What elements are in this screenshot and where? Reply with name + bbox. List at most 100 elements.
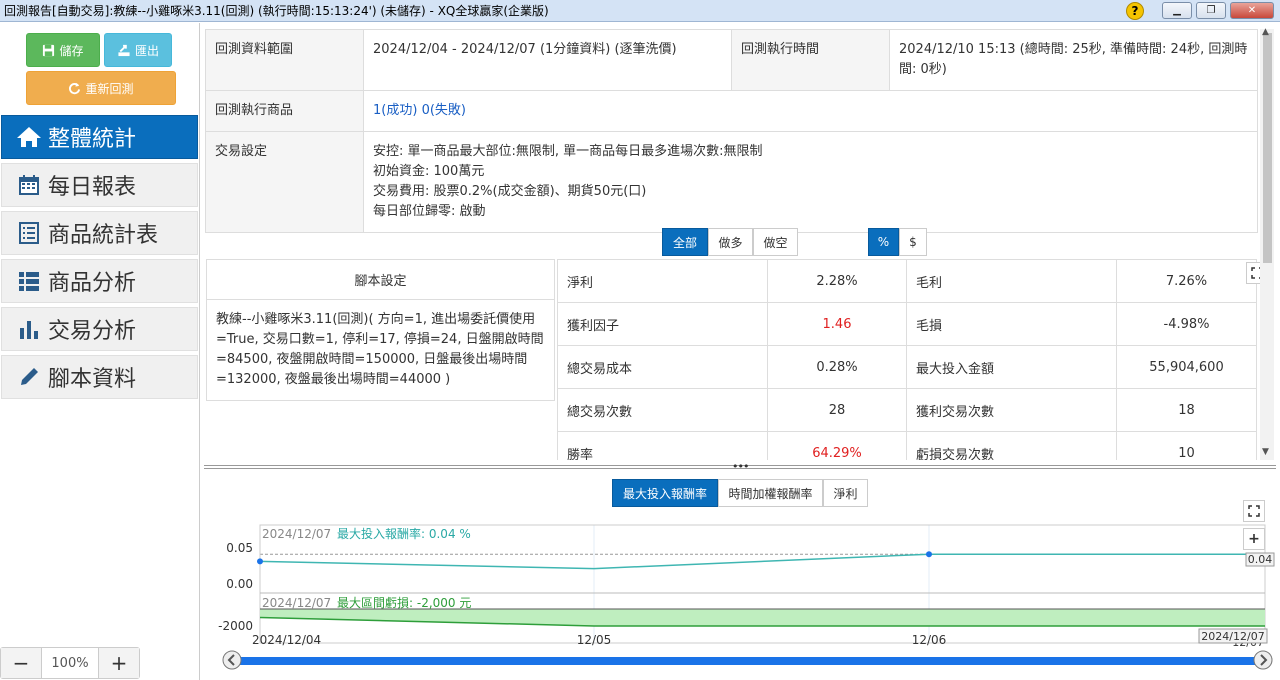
stat-label: 獲利因子 [557,302,768,346]
x-tick-label: 12/06 [912,633,947,647]
table-row: 勝率 64.29% 虧損交易次數 10 [557,431,1257,460]
stat-value: 1.46 [767,302,907,346]
data-point [257,558,263,565]
sidebar-item-product-table[interactable]: 商品統計表 [1,211,198,255]
return-chart: 2024/12/07 最大投入報酬率: 0.04 % 2024/12/07 最大… [218,524,1275,670]
trade-settings-value: 安控: 單一商品最大部位:無限制, 單一商品每日最多進場次數:無限制 初始資金:… [363,131,1258,233]
stat-label: 總交易次數 [557,388,768,432]
stat-value: 55,904,600 [1116,345,1257,389]
sidebar-item-product-analysis[interactable]: 商品分析 [1,259,198,303]
series-area-drawdown [260,609,1265,626]
stat-label: 最大投入金額 [906,345,1117,389]
time-scrollbar[interactable] [240,657,1262,665]
bottom-header-label: 最大區間虧損: -2,000 元 [337,595,471,610]
x-tick-label: 12/05 [577,633,612,647]
stat-value: 10 [1116,431,1257,460]
minimize-button[interactable]: ▁ [1162,2,1192,19]
trade-setting-line: 每日部位歸零: 啟動 [373,204,486,219]
list-bullet-icon [16,270,42,292]
range-value: 2024/12/04 - 2024/12/07 (1分鐘資料) (逐筆洗價) [363,29,732,91]
product-value: 1(成功) 0(失敗) [363,90,1258,132]
close-button[interactable]: ✕ [1230,2,1274,19]
sidebar-item-label: 交易分析 [48,319,137,344]
stat-value: 64.29% [767,431,907,460]
rerun-label: 重新回測 [85,81,134,96]
scroll-up-icon[interactable]: ▲ [1262,27,1269,37]
script-settings-header: 腳本設定 [207,260,554,300]
scroll-left-icon[interactable] [222,650,242,670]
stat-label: 毛損 [906,302,1117,346]
sidebar-item-label: 整體統計 [48,127,137,152]
exec-time-label: 回測執行時間 [731,29,890,91]
stat-label: 毛利 [906,259,1117,303]
range-label: 回測資料範圍 [205,29,364,91]
export-button[interactable]: 匯出 [104,33,172,67]
y-tick-label: 0.05 [226,541,253,555]
data-point [926,551,932,558]
zoom-out-button[interactable]: − [1,648,41,678]
exec-time-value: 2024/12/10 15:13 (總時間: 25秒, 準備時間: 24秒, 回… [889,29,1258,91]
backtest-info-table: 回測資料範圍 2024/12/04 - 2024/12/07 (1分鐘資料) (… [205,29,1258,233]
sidebar-item-label: 腳本資料 [48,367,137,392]
end-date-label: 2024/12/07 [1201,630,1264,643]
restore-button[interactable]: ❐ [1196,2,1226,19]
zoom-in-button[interactable]: + [99,648,139,678]
x-tick-label: 2024/12/04 [252,633,321,647]
sidebar-item-overall[interactable]: 整體統計 [1,115,198,159]
bar-chart-icon [16,318,42,340]
script-settings-box: 腳本設定 教練--小雞啄米3.11(回測)( 方向=1, 進出場委託價使用=Tr… [206,259,555,401]
table-row: 總交易次數 28 獲利交易次數 18 [557,388,1257,432]
unit-dollar-button[interactable]: $ [899,228,927,256]
chart-series [257,551,1265,627]
trade-setting-line: 交易費用: 股票0.2%(成交金額)、期貨50元(口) [373,184,647,199]
unit-percent-button[interactable]: % [868,228,899,256]
sidebar-nav: 整體統計 每日報表 商品統計表 商品分析 交易分析 腳本資料 [0,115,199,399]
sidebar-item-label: 商品統計表 [48,223,159,248]
stat-value: -4.98% [1116,302,1257,346]
y-tick-label: -2000 [218,619,253,633]
main-scrollbar[interactable]: ▲ ▼ [1260,27,1274,460]
zoom-level: 100% [41,648,99,678]
product-success-link[interactable]: 1(成功) [373,103,417,118]
stat-label: 虧損交易次數 [906,431,1117,460]
direction-short-button[interactable]: 做空 [753,228,798,256]
direction-long-button[interactable]: 做多 [708,228,753,256]
pencil-icon [16,366,42,388]
table-row: 總交易成本 0.28% 最大投入金額 55,904,600 [557,345,1257,389]
scroll-right-icon[interactable] [1253,650,1273,670]
calendar-icon [16,174,42,196]
help-icon[interactable]: ? [1126,1,1144,20]
table-row: 獲利因子 1.46 毛損 -4.98% [557,302,1257,346]
rerun-button[interactable]: 重新回測 [26,71,176,105]
sidebar: 儲存 匯出 重新回測 整體統計 每日報表 商品統計表 商品分析 交易分析 腳本資… [0,23,200,680]
sidebar-item-label: 商品分析 [48,271,137,296]
sidebar-item-label: 每日報表 [48,175,137,200]
sidebar-item-trade-analysis[interactable]: 交易分析 [1,307,198,351]
save-button[interactable]: 儲存 [26,33,100,67]
direction-toggle: 全部 做多 做空 [662,228,798,256]
scrollbar-thumb[interactable] [1263,33,1272,263]
bottom-header-date: 2024/12/07 [262,596,331,610]
trade-settings-label: 交易設定 [205,131,364,233]
title-bar: 回測報告[自動交易]:教練--小雞啄米3.11(回測) (執行時間:15:13:… [0,0,1280,22]
zoom-control: − 100% + [0,647,140,679]
stat-label: 獲利交易次數 [906,388,1117,432]
stat-value: 0.28% [767,345,907,389]
top-header-label: 最大投入報酬率: 0.04 % [337,526,471,541]
export-icon [118,44,130,56]
product-fail-link[interactable]: 0(失敗) [422,103,466,118]
stat-value: 2.28% [767,259,907,303]
product-label: 回測執行商品 [205,90,364,132]
direction-all-button[interactable]: 全部 [662,228,708,256]
pane-splitter[interactable]: ••• [204,460,1276,473]
refresh-icon [69,82,81,94]
stat-label: 淨利 [557,259,768,303]
export-label: 匯出 [134,43,159,58]
end-value-label: 0.04 [1248,553,1273,566]
sidebar-item-daily[interactable]: 每日報表 [1,163,198,207]
floppy-icon [43,44,55,56]
main-panel: 回測資料範圍 2024/12/04 - 2024/12/07 (1分鐘資料) (… [200,23,1280,460]
scroll-down-icon[interactable]: ▼ [1262,447,1269,457]
script-settings-body: 教練--小雞啄米3.11(回測)( 方向=1, 進出場委託價使用=True, 交… [216,312,544,387]
sidebar-item-script[interactable]: 腳本資料 [1,355,198,399]
